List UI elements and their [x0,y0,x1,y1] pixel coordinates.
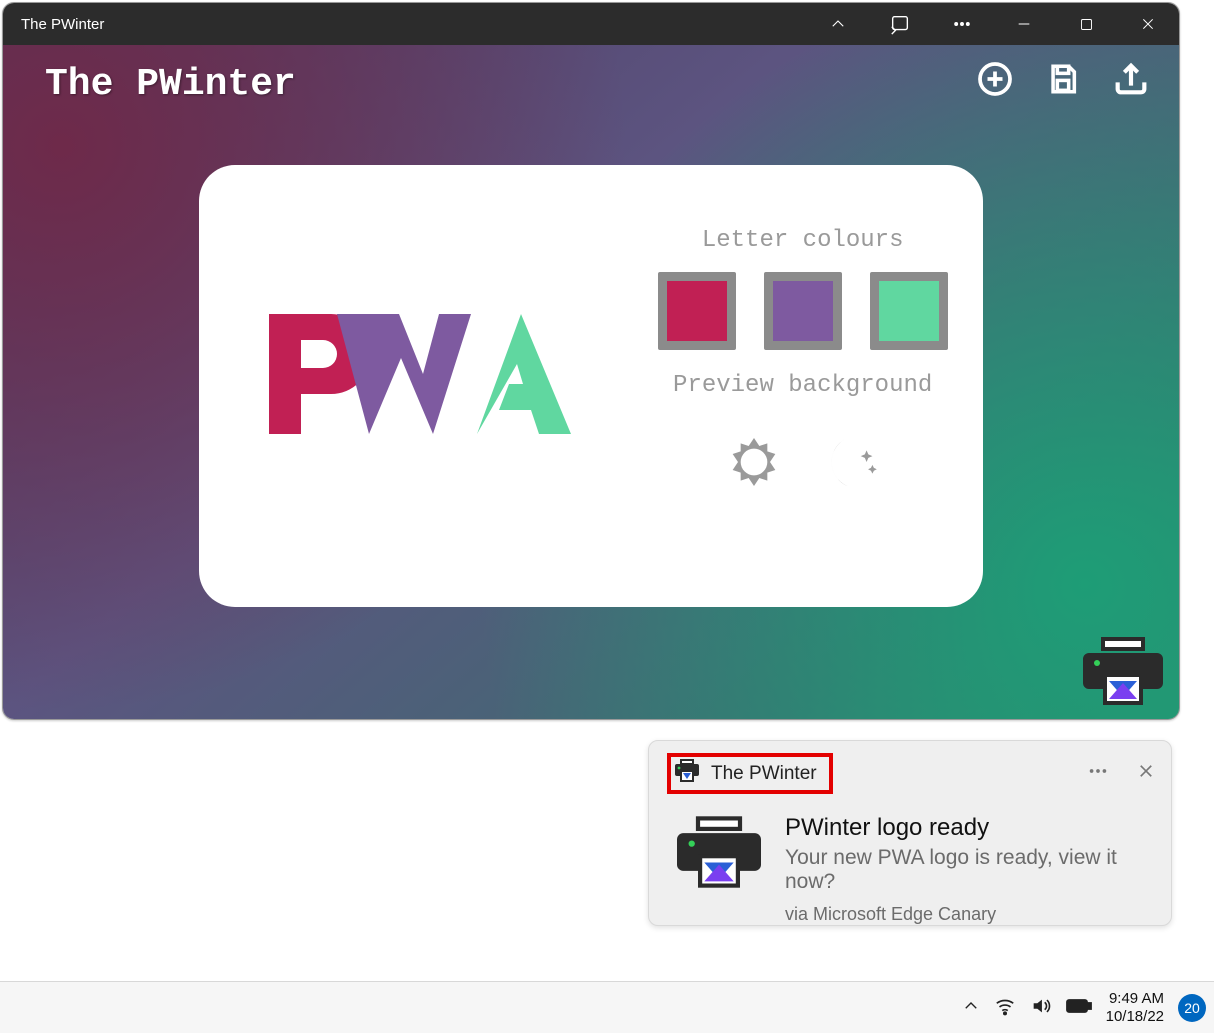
badge-count: 20 [1184,1000,1200,1016]
save-button[interactable] [1043,59,1083,99]
maximize-button[interactable] [1055,3,1117,45]
toast-body: PWinter logo ready Your new PWA logo is … [667,814,1155,925]
controls-panel: Letter colours Preview background [622,165,983,607]
letter-colours-label: Letter colours [702,227,904,254]
pwa-logo [261,296,581,476]
taskbar-time: 9:49 AM [1106,990,1164,1008]
notification-badge[interactable]: 20 [1178,994,1206,1022]
swatch-a[interactable] [870,272,948,350]
battery-icon[interactable] [1066,997,1092,1019]
notification-toast[interactable]: The PWinter PWinter logo ready Your ne [648,740,1172,926]
app-window: The PWinter The PWinter [2,2,1180,720]
app-body: The PWinter [3,45,1179,719]
taskbar[interactable]: 9:49 AM 10/18/22 20 [0,981,1214,1033]
tray-chevron-icon[interactable] [962,997,980,1019]
toast-more-icon[interactable] [1087,760,1109,788]
toast-close-icon[interactable] [1137,762,1155,786]
toast-title: PWinter logo ready [785,814,1155,842]
light-mode-button[interactable] [719,427,789,497]
printer-icon[interactable] [1083,635,1163,707]
chevron-up-icon[interactable] [807,3,869,45]
toast-text-block: PWinter logo ready Your new PWA logo is … [785,814,1155,925]
titlebar-buttons [807,3,1179,45]
logo-preview [199,165,622,607]
toast-header: The PWinter [667,753,1155,794]
more-icon[interactable] [931,3,993,45]
dark-mode-button[interactable] [817,427,887,497]
toast-app-name: The PWinter [711,763,817,785]
toast-text: Your new PWA logo is ready, view it now? [785,846,1155,894]
minimize-button[interactable] [993,3,1055,45]
wifi-icon[interactable] [994,995,1016,1021]
sun-icon [722,430,786,494]
system-tray[interactable] [962,995,1092,1021]
titlebar[interactable]: The PWinter [3,3,1179,45]
preview-bg-label: Preview background [673,372,932,399]
close-button[interactable] [1117,3,1179,45]
swatch-w[interactable] [764,272,842,350]
window-title: The PWinter [21,16,104,33]
taskbar-clock[interactable]: 9:49 AM 10/18/22 [1106,990,1164,1026]
toast-source: via Microsoft Edge Canary [785,904,1155,925]
app-heading: The PWinter [45,63,296,106]
printer-mini-icon [673,759,701,788]
taskbar-date: 10/18/22 [1106,1008,1164,1026]
share-button[interactable] [1111,59,1151,99]
toast-source-highlight: The PWinter [667,753,833,794]
swatch-p[interactable] [658,272,736,350]
printer-large-icon [677,814,761,925]
preview-bg-toggle [719,427,887,497]
app-toolbar [975,59,1151,99]
add-button[interactable] [975,59,1015,99]
editor-card: Letter colours Preview background [199,165,983,607]
volume-icon[interactable] [1030,995,1052,1021]
colour-swatches [658,272,948,350]
toast-actions [1087,760,1155,788]
moon-icon [817,427,887,497]
cast-icon[interactable] [869,3,931,45]
